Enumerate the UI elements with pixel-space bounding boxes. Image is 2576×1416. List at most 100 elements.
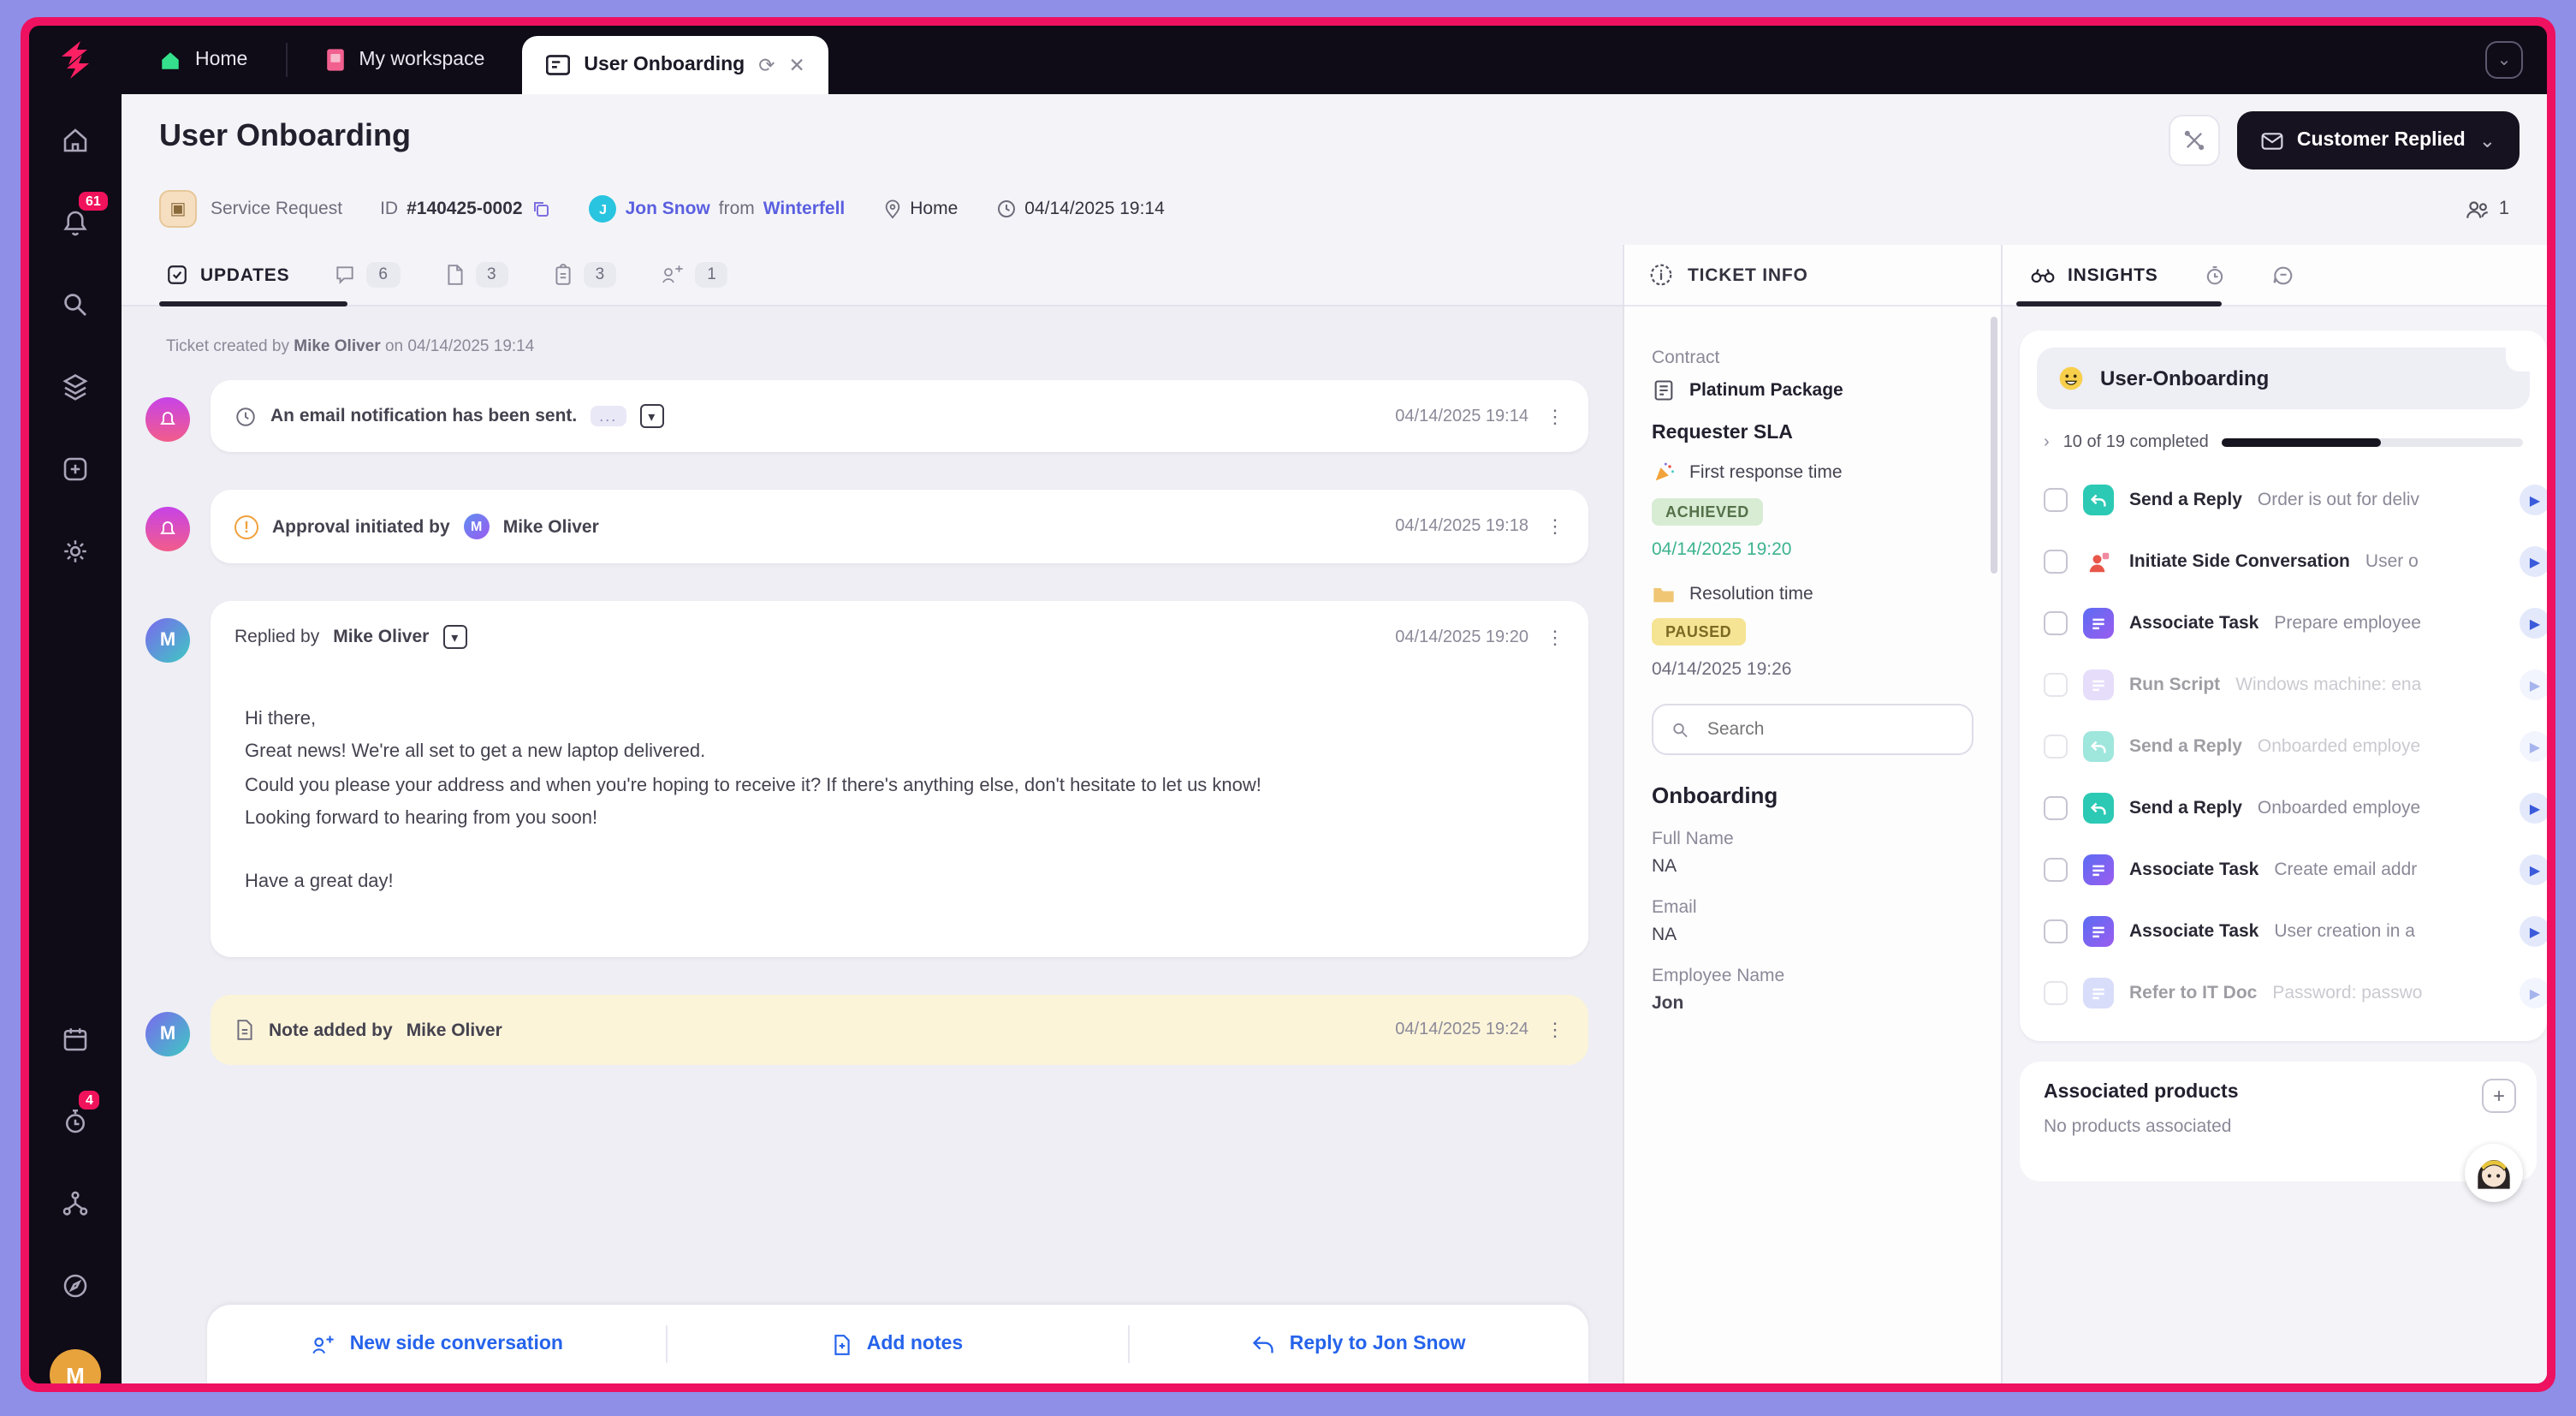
from-word: from (718, 199, 755, 219)
runbook-banner[interactable]: User-Onboarding (2037, 348, 2530, 409)
run-step-button[interactable]: ▶ (2520, 546, 2547, 577)
new-side-conversation-button[interactable]: New side conversation (207, 1305, 667, 1383)
site-link[interactable]: Winterfell (763, 199, 846, 219)
contract-row[interactable]: Platinum Package (1652, 378, 1974, 402)
tab-refresh-icon[interactable]: ⟳ (758, 53, 775, 77)
run-step-button[interactable]: ▶ (2520, 485, 2547, 515)
add-notes-button[interactable]: Add notes (668, 1305, 1128, 1383)
checkbox[interactable] (2044, 735, 2068, 759)
checkbox[interactable] (2044, 673, 2068, 697)
checklist-item[interactable]: Send a Reply Onboarded employe ▶ (2037, 777, 2547, 839)
superops-logo[interactable] (29, 26, 122, 94)
tab-my-workspace[interactable]: My workspace (287, 26, 522, 94)
reply-card[interactable]: Replied by Mike Oliver ▾ 04/14/2025 19:2… (211, 601, 1588, 958)
conversations-count: 1 (695, 262, 728, 288)
run-step-button[interactable]: ▶ (2520, 978, 2547, 1008)
task-step-icon (2083, 608, 2114, 639)
checkbox[interactable] (2044, 858, 2068, 882)
info-scrollbar[interactable] (1991, 317, 1997, 574)
add-product-button[interactable]: + (2482, 1079, 2516, 1113)
note-card[interactable]: Note added by Mike Oliver 04/14/2025 19:… (211, 995, 1588, 1066)
checkbox[interactable] (2044, 550, 2068, 574)
sidebar-notifications-icon[interactable]: 61 (56, 192, 108, 241)
checkbox[interactable] (2044, 919, 2068, 943)
checkbox[interactable] (2044, 488, 2068, 512)
progress-row[interactable]: › 10 of 19 completed (2044, 433, 2543, 452)
timer-tab-icon[interactable] (2203, 263, 2227, 287)
sidebar-timer-icon[interactable]: 4 (56, 1091, 100, 1140)
ticket-id: #140425-0002 (407, 199, 523, 219)
tab-comments[interactable]: 6 (334, 262, 400, 288)
assistant-avatar[interactable] (2465, 1144, 2523, 1202)
event-reply: M Replied by Mike Oliver ▾ 04/14/2025 19… (145, 601, 1588, 958)
ticket-created-line: Ticket created by Mike Oliver on 04/14/2… (166, 337, 535, 356)
kebab-menu-icon[interactable]: ⋮ (1546, 1020, 1564, 1042)
reply-date: 04/14/2025 19:20 (1395, 628, 1528, 646)
ticket-info-header: TICKET INFO (1624, 245, 2001, 306)
tab-home[interactable]: Home (122, 26, 285, 94)
associated-products-card: Associated products No products associat… (2020, 1062, 2537, 1202)
sidebar-create-icon[interactable] (56, 450, 94, 488)
followers-icon (2466, 200, 2488, 217)
checklist-item[interactable]: Associate Task Prepare employee ▶ (2037, 592, 2547, 654)
kebab-menu-icon[interactable]: ⋮ (1546, 405, 1564, 427)
sidebar-home-icon[interactable] (56, 122, 94, 159)
reply-to-requester-button[interactable]: Reply to Jon Snow (1129, 1305, 1588, 1383)
progress-chevron-icon[interactable]: › (2044, 433, 2050, 452)
run-step-button[interactable]: ▶ (2520, 916, 2547, 947)
tab-updates[interactable]: UPDATES (159, 245, 347, 306)
info-search-input[interactable] (1703, 717, 1955, 741)
user-avatar[interactable]: M (50, 1349, 101, 1383)
assist-chat-tab-icon[interactable] (2271, 263, 2295, 287)
followers-count: 1 (2498, 199, 2509, 219)
tab-close-icon[interactable]: ✕ (789, 53, 805, 77)
requester-link[interactable]: Jon Snow (626, 199, 710, 219)
screenshot-frame: Home My workspace User Onboarding ⟳ ✕ ⌄ … (0, 0, 2576, 1416)
workspace-icon (326, 49, 344, 71)
checklist-item[interactable]: Associate Task User creation in a ▶ (2037, 901, 2547, 962)
sidebar-calendar-icon[interactable] (56, 1020, 94, 1058)
checkbox[interactable] (2044, 611, 2068, 635)
sidebar-explore-icon[interactable] (56, 1267, 94, 1305)
tab-insights[interactable]: INSIGHTS (2016, 245, 2222, 306)
collapse-chevron-icon[interactable]: ⌄ (2485, 41, 2523, 79)
kebab-menu-icon[interactable]: ⋮ (1546, 515, 1564, 538)
sidebar-search-icon[interactable] (56, 286, 94, 324)
checklist-item[interactable]: Send a Reply Onboarded employe ▶ (2037, 716, 2547, 777)
checkbox[interactable] (2044, 796, 2068, 820)
tab-user-onboarding[interactable]: User Onboarding ⟳ ✕ (522, 36, 829, 94)
approval-event-card[interactable]: ! Approval initiated by M Mike Oliver 04… (211, 490, 1588, 563)
customize-tools-button[interactable] (2168, 115, 2220, 166)
system-avatar (145, 397, 190, 442)
expand-icon[interactable]: ▾ (639, 404, 664, 428)
note-author: Mike Oliver (406, 1020, 502, 1041)
tab-tasks[interactable]: 3 (553, 262, 617, 288)
runbook-title: User-Onboarding (2100, 366, 2270, 390)
run-step-button[interactable]: ▶ (2520, 854, 2547, 885)
sidebar-workflow-icon[interactable] (56, 1185, 94, 1223)
sidebar-settings-icon[interactable] (56, 532, 94, 570)
more-dots-chip[interactable]: ... (591, 406, 626, 426)
run-step-button[interactable]: ▶ (2520, 731, 2547, 762)
sidebar-modules-icon[interactable] (56, 368, 94, 406)
checklist-item[interactable]: Run Script Windows machine: ena ▶ (2037, 654, 2547, 716)
email-event-card[interactable]: An email notification has been sent. ...… (211, 380, 1588, 452)
info-search[interactable] (1652, 704, 1974, 755)
copy-icon[interactable] (531, 199, 552, 219)
reply-expand-icon[interactable]: ▾ (442, 625, 467, 649)
followers-group[interactable]: 1 (2465, 198, 2520, 220)
ticket-info-body: Contract Platinum Package Requester SLA … (1624, 306, 2001, 1055)
run-step-button[interactable]: ▶ (2520, 793, 2547, 824)
run-step-button[interactable]: ▶ (2520, 608, 2547, 639)
checklist-item[interactable]: Associate Task Create email addr ▶ (2037, 839, 2547, 901)
status-dropdown-button[interactable]: Customer Replied ⌄ (2236, 111, 2520, 170)
tab-side-conversations[interactable]: 1 (661, 262, 728, 288)
kebab-menu-icon[interactable]: ⋮ (1546, 626, 1564, 648)
checklist-item[interactable]: Refer to IT Doc Password: passwo ▶ (2037, 962, 2547, 1024)
run-step-button[interactable]: ▶ (2520, 669, 2547, 700)
tab-attachments[interactable]: 3 (444, 262, 508, 288)
checklist-item[interactable]: Send a Reply Order is out for deliv ▶ (2037, 469, 2547, 531)
add-notes-icon (835, 1334, 851, 1354)
checklist-item[interactable]: Initiate Side Conversation User o ▶ (2037, 531, 2547, 592)
checkbox[interactable] (2044, 981, 2068, 1005)
